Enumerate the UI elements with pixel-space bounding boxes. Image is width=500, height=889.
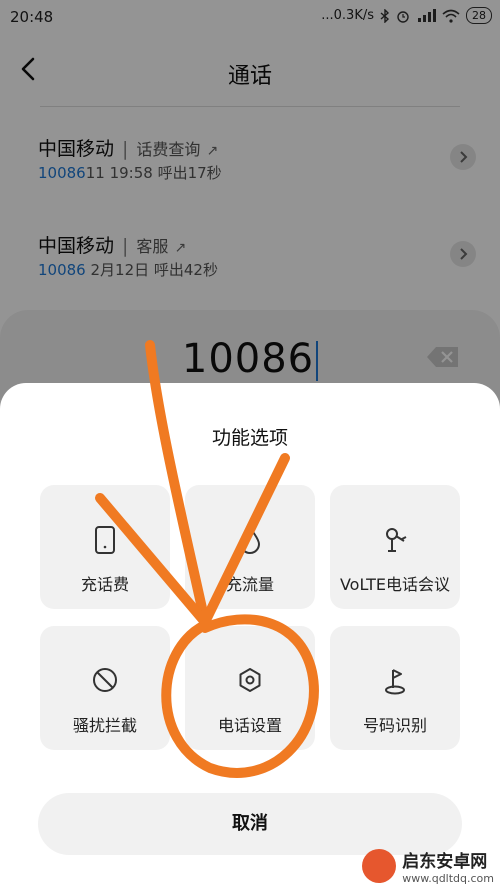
- option-volte-conference[interactable]: VoLTE电话会议: [330, 485, 460, 609]
- option-top-up-data[interactable]: 充流量: [185, 485, 315, 609]
- option-label: VoLTE电话会议: [339, 575, 451, 594]
- settings-gear-icon: [239, 668, 261, 692]
- option-top-up-credit[interactable]: 充话费: [40, 485, 170, 609]
- watermark-url: www.qdltdq.com: [402, 872, 494, 885]
- flag-pin-icon: [385, 669, 405, 695]
- watermark: 启东安卓网 www.qdltdq.com: [362, 847, 494, 885]
- watermark-logo: [362, 849, 397, 883]
- function-options-sheet: 功能选项 充话费 充流量 VoLTE电话会议 骚扰拦截 电话设置 号码识别 取消: [0, 383, 500, 889]
- option-label: 充流量: [225, 575, 274, 594]
- conference-icon: [386, 528, 407, 552]
- option-call-settings[interactable]: 电话设置: [185, 626, 315, 750]
- sheet-title: 功能选项: [211, 427, 288, 449]
- option-label: 号码识别: [362, 716, 427, 735]
- watermark-title: 启东安卓网: [402, 852, 488, 872]
- option-spam-block[interactable]: 骚扰拦截: [40, 626, 170, 750]
- option-label: 充话费: [80, 575, 129, 594]
- drop-icon: [239, 526, 261, 554]
- phone-device-icon: [95, 526, 115, 554]
- cancel-button[interactable]: 取消: [38, 793, 462, 855]
- option-label: 电话设置: [217, 716, 282, 735]
- option-caller-id[interactable]: 号码识别: [330, 626, 460, 750]
- block-icon: [93, 668, 117, 692]
- option-label: 骚扰拦截: [72, 716, 137, 735]
